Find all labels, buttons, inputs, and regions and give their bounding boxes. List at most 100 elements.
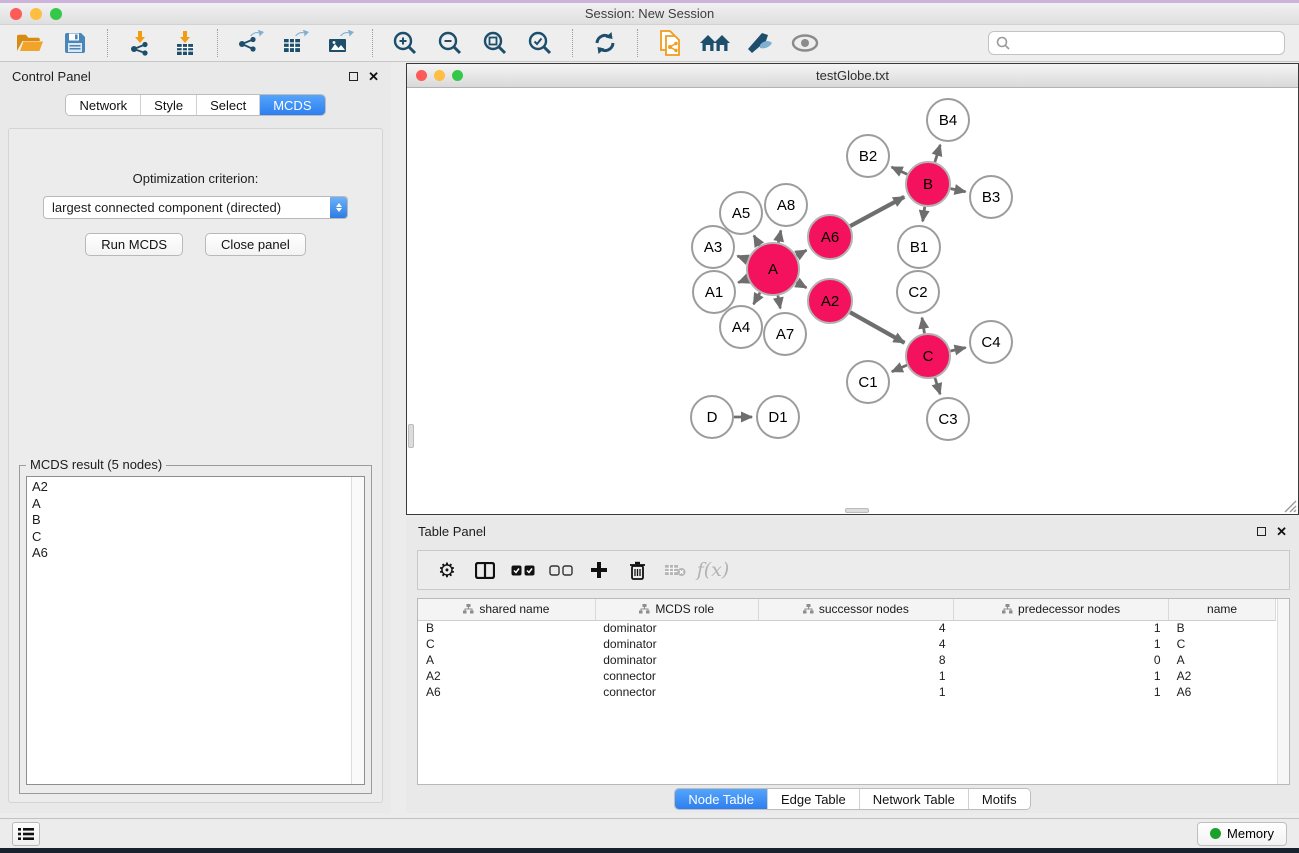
table-cell[interactable]: B	[1169, 620, 1276, 636]
deselect-all-rows-button[interactable]	[542, 553, 580, 587]
table-cell[interactable]: connector	[595, 668, 758, 684]
table-cell[interactable]: 8	[758, 652, 953, 668]
table-cell[interactable]: 1	[954, 668, 1169, 684]
function-builder-button[interactable]: f(x)	[694, 553, 732, 587]
resize-grip-icon[interactable]	[1281, 497, 1297, 513]
edge-B-B1[interactable]	[923, 207, 925, 221]
node-C[interactable]: C	[906, 334, 950, 378]
save-session-button[interactable]	[59, 28, 91, 58]
table-cell[interactable]: 4	[758, 636, 953, 652]
node-D1[interactable]: D1	[757, 396, 799, 438]
node-B1[interactable]: B1	[898, 226, 940, 268]
table-cell[interactable]: 1	[758, 684, 953, 700]
edge-C-C3[interactable]	[935, 378, 940, 394]
minimize-network-button[interactable]	[434, 70, 445, 81]
edge-A-A2[interactable]	[797, 282, 807, 288]
mcds-result-item[interactable]: A	[32, 496, 364, 513]
table-cell[interactable]: dominator	[595, 652, 758, 668]
node-A[interactable]: A	[747, 243, 799, 295]
home-networks-button[interactable]	[699, 28, 731, 58]
edge-B-B3[interactable]	[951, 189, 966, 192]
edge-A-A7[interactable]	[778, 296, 780, 309]
node-B[interactable]: B	[906, 162, 950, 206]
node-C4[interactable]: C4	[970, 321, 1012, 363]
show-task-history-button[interactable]	[12, 822, 40, 846]
column-header-name[interactable]: name	[1169, 599, 1276, 620]
node-A5[interactable]: A5	[720, 192, 762, 234]
export-table-button[interactable]	[279, 28, 311, 58]
table-cell[interactable]: C	[418, 636, 595, 652]
node-A7[interactable]: A7	[764, 313, 806, 355]
node-A6[interactable]: A6	[808, 215, 852, 259]
table-cell[interactable]: 1	[954, 684, 1169, 700]
zoom-fit-button[interactable]	[479, 28, 511, 58]
table-cell[interactable]: 4	[758, 620, 953, 636]
float-table-panel-icon[interactable]	[1257, 525, 1266, 538]
column-header-predecessor-nodes[interactable]: predecessor nodes	[954, 599, 1169, 620]
node-B4[interactable]: B4	[927, 99, 969, 141]
table-cell[interactable]: 0	[954, 652, 1169, 668]
mcds-result-item[interactable]: B	[32, 512, 364, 529]
network-canvas[interactable]: AA1A2A3A4A5A6A7A8BB1B2B3B4CC1C2C3C4DD1	[407, 88, 1298, 514]
zoom-network-button[interactable]	[452, 70, 463, 81]
table-cell[interactable]: A2	[1169, 668, 1276, 684]
table-cell[interactable]: dominator	[595, 636, 758, 652]
table-cell[interactable]: connector	[595, 684, 758, 700]
tab-edge-table[interactable]: Edge Table	[767, 789, 859, 809]
close-window-button[interactable]	[10, 8, 22, 20]
close-panel-button[interactable]: Close panel	[205, 233, 306, 256]
mcds-result-list[interactable]: A2ABCA6	[26, 476, 365, 785]
edge-A-A5[interactable]	[754, 236, 760, 246]
show-graphics-details-button[interactable]	[789, 28, 821, 58]
table-cell[interactable]: A6	[418, 684, 595, 700]
column-header-MCDS-role[interactable]: MCDS role	[595, 599, 758, 620]
float-panel-icon[interactable]	[349, 70, 358, 83]
minimize-window-button[interactable]	[30, 8, 42, 20]
export-network-button[interactable]	[234, 28, 266, 58]
table-cell[interactable]: A6	[1169, 684, 1276, 700]
create-column-button[interactable]	[580, 553, 618, 587]
tab-network-table[interactable]: Network Table	[859, 789, 968, 809]
mcds-result-item[interactable]: A2	[32, 479, 364, 496]
close-network-button[interactable]	[416, 70, 427, 81]
hide-graphics-details-button[interactable]	[744, 28, 776, 58]
zoom-out-button[interactable]	[434, 28, 466, 58]
table-cell[interactable]: 1	[758, 668, 953, 684]
table-cell[interactable]: 1	[954, 636, 1169, 652]
node-A1[interactable]: A1	[693, 271, 735, 313]
table-cell[interactable]: B	[418, 620, 595, 636]
table-cell[interactable]: C	[1169, 636, 1276, 652]
export-image-button[interactable]	[324, 28, 356, 58]
mcds-result-item[interactable]: C	[32, 529, 364, 546]
apply-layout-button[interactable]	[589, 28, 621, 58]
result-list-scrollbar[interactable]	[351, 477, 364, 784]
column-header-successor-nodes[interactable]: successor nodes	[758, 599, 953, 620]
edge-A-A6[interactable]	[797, 250, 807, 256]
node-A3[interactable]: A3	[692, 226, 734, 268]
table-cell[interactable]: A	[418, 652, 595, 668]
edge-A6-B[interactable]	[850, 197, 904, 226]
memory-button[interactable]: Memory	[1197, 822, 1287, 846]
edge-C-C2[interactable]	[922, 318, 924, 334]
node-D[interactable]: D	[691, 396, 733, 438]
tab-node-table[interactable]: Node Table	[675, 789, 767, 809]
table-cell[interactable]: 1	[954, 620, 1169, 636]
edge-A-A3[interactable]	[737, 256, 747, 260]
edge-C-C4[interactable]	[950, 348, 965, 351]
tab-select[interactable]: Select	[196, 95, 259, 115]
table-scrollbar[interactable]	[1277, 599, 1289, 784]
tab-motifs[interactable]: Motifs	[968, 789, 1030, 809]
run-mcds-button[interactable]: Run MCDS	[85, 233, 183, 256]
edge-A-A1[interactable]	[738, 279, 748, 283]
zoom-in-button[interactable]	[389, 28, 421, 58]
node-A2[interactable]: A2	[808, 279, 852, 323]
edge-A-A8[interactable]	[778, 230, 780, 242]
node-B2[interactable]: B2	[847, 135, 889, 177]
zoom-selected-button[interactable]	[524, 28, 556, 58]
table-cell[interactable]: A2	[418, 668, 595, 684]
canvas-vertical-scroll-nub[interactable]	[408, 424, 414, 448]
node-B3[interactable]: B3	[970, 176, 1012, 218]
delete-column-button[interactable]	[618, 553, 656, 587]
search-input[interactable]	[1015, 36, 1277, 51]
tab-style[interactable]: Style	[140, 95, 196, 115]
